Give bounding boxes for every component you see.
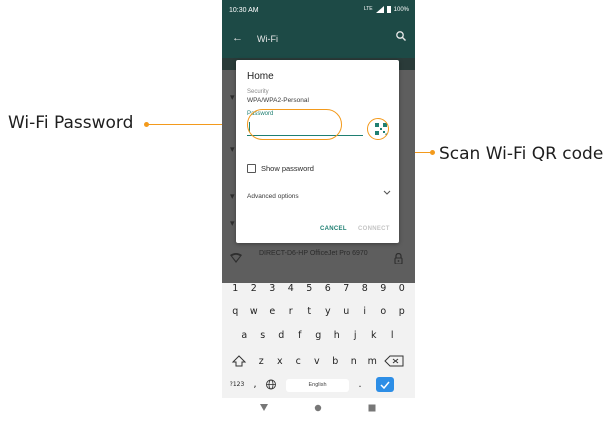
key-l[interactable]: l	[383, 330, 402, 341]
wifi-signal-icon: ▾	[230, 144, 235, 154]
dialog-title: Home	[247, 71, 274, 82]
arrow-back-icon[interactable]: ←	[232, 32, 243, 44]
security-value: WPA/WPA2-Personal	[247, 97, 309, 104]
keyboard-row-1: q w e r t y u i o p	[226, 306, 411, 317]
key-b[interactable]: b	[326, 356, 345, 367]
key-n[interactable]: n	[345, 356, 364, 367]
keyboard-row-2: a s d f g h j k l	[235, 330, 402, 341]
cancel-button[interactable]: CANCEL	[320, 226, 347, 232]
keyboard-bottom-row: ?123 , English .	[226, 377, 411, 392]
home-nav-icon[interactable]	[314, 404, 322, 412]
keyboard-row-3: z x c v b n m	[226, 355, 411, 367]
symbols-key[interactable]: ?123	[226, 381, 248, 388]
key-v[interactable]: v	[308, 356, 327, 367]
checkmark-icon	[380, 381, 390, 389]
backspace-icon[interactable]	[382, 355, 408, 367]
wifi-password-callout-label: Wi-Fi Password	[8, 113, 134, 133]
globe-icon[interactable]	[262, 379, 280, 390]
status-bar: 10:30 AM LTE 100%	[222, 0, 415, 22]
lock-icon	[394, 253, 403, 264]
key-7[interactable]: 7	[337, 283, 356, 297]
phone-screen: 10:30 AM LTE 100% ← Wi-Fi ▾ ▾ ▾ ▾ DIRECT…	[222, 0, 415, 422]
key-0[interactable]: 0	[393, 283, 412, 297]
show-password-checkbox[interactable]	[247, 164, 256, 173]
key-5[interactable]: 5	[300, 283, 319, 297]
key-g[interactable]: g	[309, 330, 328, 341]
navigation-bar	[222, 398, 415, 422]
recents-nav-icon[interactable]	[368, 404, 376, 412]
key-t[interactable]: t	[300, 306, 319, 317]
key-a[interactable]: a	[235, 330, 254, 341]
wifi-connect-dialog: Home Security WPA/WPA2-Personal Password…	[236, 60, 399, 243]
wifi-signal-icon: ▾	[230, 191, 235, 201]
key-m[interactable]: m	[363, 356, 382, 367]
battery-percent: 100%	[393, 6, 409, 13]
key-o[interactable]: o	[374, 306, 393, 317]
status-icons: LTE 100%	[364, 6, 409, 13]
show-password-label: Show password	[261, 164, 314, 173]
key-e[interactable]: e	[263, 306, 282, 317]
chevron-down-icon[interactable]	[383, 190, 391, 196]
qr-highlight-ring	[367, 118, 389, 140]
battery-icon	[386, 6, 391, 13]
space-key[interactable]: English	[286, 379, 349, 392]
connect-button[interactable]: CONNECT	[358, 226, 390, 232]
key-comma[interactable]: ,	[248, 379, 262, 390]
key-h[interactable]: h	[328, 330, 347, 341]
key-y[interactable]: y	[319, 306, 338, 317]
wifi-signal-icon: ▾	[230, 218, 235, 228]
signal-icon	[375, 6, 384, 13]
list-item[interactable]: DIRECT-D6-HP OfficeJet Pro 6970	[222, 242, 415, 282]
key-8[interactable]: 8	[356, 283, 375, 297]
key-2[interactable]: 2	[245, 283, 264, 297]
key-4[interactable]: 4	[282, 283, 301, 297]
search-icon[interactable]	[395, 30, 407, 42]
wifi-signal-icon	[230, 253, 242, 263]
key-6[interactable]: 6	[319, 283, 338, 297]
key-w[interactable]: w	[245, 306, 264, 317]
key-r[interactable]: r	[282, 306, 301, 317]
security-label: Security	[247, 89, 269, 95]
key-u[interactable]: u	[337, 306, 356, 317]
key-f[interactable]: f	[291, 330, 310, 341]
enter-key[interactable]	[376, 377, 394, 392]
key-i[interactable]: i	[356, 306, 375, 317]
key-3[interactable]: 3	[263, 283, 282, 297]
key-d[interactable]: d	[272, 330, 291, 341]
back-nav-icon[interactable]	[260, 404, 268, 412]
advanced-options-label[interactable]: Advanced options	[247, 193, 299, 200]
on-screen-keyboard: 1 2 3 4 5 6 7 8 9 0 q w e r t y u i o p …	[222, 283, 415, 398]
key-c[interactable]: c	[289, 356, 308, 367]
key-9[interactable]: 9	[374, 283, 393, 297]
key-x[interactable]: x	[271, 356, 290, 367]
wifi-signal-icon: ▾	[230, 92, 235, 102]
key-period[interactable]: .	[349, 379, 371, 390]
key-s[interactable]: s	[254, 330, 273, 341]
page-title: Wi-Fi	[257, 34, 278, 44]
key-1[interactable]: 1	[226, 283, 245, 297]
shift-icon[interactable]	[226, 355, 252, 367]
key-p[interactable]: p	[393, 306, 412, 317]
key-j[interactable]: j	[346, 330, 365, 341]
key-q[interactable]: q	[226, 306, 245, 317]
lte-icon: LTE	[363, 6, 373, 12]
key-k[interactable]: k	[365, 330, 384, 341]
keyboard-number-row: 1 2 3 4 5 6 7 8 9 0	[226, 283, 411, 297]
scan-qr-callout-label: Scan Wi-Fi QR code	[439, 144, 604, 164]
show-password-row[interactable]: Show password	[247, 164, 314, 173]
key-z[interactable]: z	[252, 356, 271, 367]
status-time: 10:30 AM	[229, 7, 259, 14]
app-bar: ← Wi-Fi	[222, 22, 415, 58]
network-name: DIRECT-D6-HP OfficeJet Pro 6970	[259, 250, 368, 257]
password-highlight-ring	[247, 109, 342, 140]
